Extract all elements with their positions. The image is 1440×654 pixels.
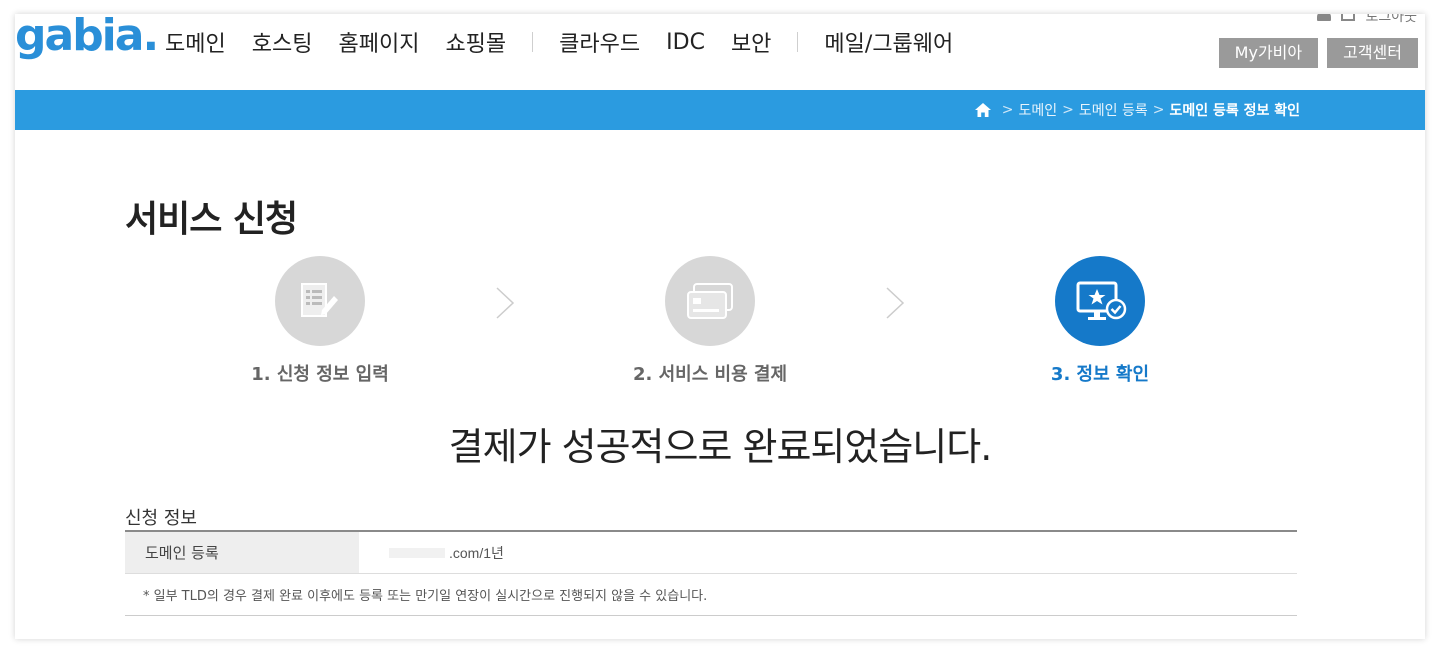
step-payment: 2. 서비스 비용 결제 <box>610 256 810 386</box>
step-confirm: 3. 정보 확인 <box>1000 256 1200 386</box>
breadcrumb-current: 도메인 등록 정보 확인 <box>1169 103 1300 119</box>
breadcrumb-separator: > <box>1001 102 1014 118</box>
row-label: 도메인 등록 <box>125 532 359 573</box>
chevron-right-icon <box>496 287 515 319</box>
step-circle <box>1055 256 1145 346</box>
nav-homepage[interactable]: 홈페이지 <box>338 26 419 58</box>
breadcrumb: > 도메인 > 도메인 등록 > 도메인 등록 정보 확인 <box>974 90 1300 130</box>
home-icon[interactable] <box>974 103 991 117</box>
nav-shoppingmall[interactable]: 쇼핑몰 <box>445 26 506 58</box>
step-input-info: 1. 신청 정보 입력 <box>220 256 420 386</box>
nav-idc[interactable]: IDC <box>666 30 705 55</box>
notice-text: * 일부 TLD의 경우 결제 완료 이후에도 등록 또는 만기일 연장이 실시… <box>125 574 1297 616</box>
nav-divider <box>532 32 534 52</box>
step-circle <box>665 256 755 346</box>
breadcrumb-item-domain[interactable]: 도메인 <box>1018 100 1057 120</box>
page-title: 서비스 신청 <box>125 199 298 240</box>
success-message: 결제가 성공적으로 완료되었습니다. <box>448 425 993 469</box>
step-label: 2. 서비스 비용 결제 <box>632 364 788 385</box>
customer-center-button[interactable]: 고객센터 <box>1327 38 1418 68</box>
breadcrumb-separator: > <box>1152 102 1165 118</box>
redacted-domain <box>389 547 445 558</box>
nav-mail-groupware[interactable]: 메일/그룹웨어 <box>824 26 953 58</box>
form-edit-icon <box>301 283 338 317</box>
step-label: 3. 정보 확인 <box>1050 364 1150 385</box>
table-row: 도메인 등록 .com/1년 <box>125 532 1297 574</box>
section-title: 신청 정보 <box>125 508 197 529</box>
credit-card-icon <box>687 283 733 319</box>
nav-domain[interactable]: 도메인 <box>165 26 226 58</box>
page-frame: gabia. 도메인 호스팅 홈페이지 쇼핑몰 클라우드 IDC 보안 메일/그… <box>15 14 1425 639</box>
breadcrumb-item-domain-register[interactable]: 도메인 등록 <box>1079 100 1148 120</box>
bell-icon[interactable] <box>1317 14 1332 21</box>
nav-security[interactable]: 보안 <box>731 26 771 58</box>
step-label: 1. 신청 정보 입력 <box>251 364 389 385</box>
info-table: 도메인 등록 .com/1년 * 일부 TLD의 경우 결제 완료 이후에도 등… <box>125 530 1297 616</box>
my-gabia-button[interactable]: My가비아 <box>1218 38 1319 68</box>
monitor-check-icon <box>1076 281 1127 320</box>
utility-links: 로그아웃 <box>1317 14 1417 26</box>
row-value: .com/1년 <box>449 544 504 561</box>
nav-hosting[interactable]: 호스팅 <box>252 26 313 58</box>
breadcrumb-separator: > <box>1062 102 1074 118</box>
row-value-cell: .com/1년 <box>359 532 1297 573</box>
gabia-logo[interactable]: gabia. <box>15 14 159 61</box>
nav-divider <box>797 32 799 52</box>
step-circle <box>275 256 365 346</box>
nav-cloud[interactable]: 클라우드 <box>559 26 640 58</box>
main-nav: 도메인 호스팅 홈페이지 쇼핑몰 클라우드 IDC 보안 메일/그룹웨어 <box>165 26 979 58</box>
chevron-right-icon <box>886 287 905 319</box>
utility-buttons: My가비아 고객센터 <box>1218 38 1418 68</box>
cart-icon[interactable] <box>1341 14 1356 21</box>
site-header: gabia. 도메인 호스팅 홈페이지 쇼핑몰 클라우드 IDC 보안 메일/그… <box>15 14 1425 90</box>
logout-link[interactable]: 로그아웃 <box>1365 14 1417 26</box>
breadcrumb-bar: > 도메인 > 도메인 등록 > 도메인 등록 정보 확인 <box>15 90 1425 130</box>
